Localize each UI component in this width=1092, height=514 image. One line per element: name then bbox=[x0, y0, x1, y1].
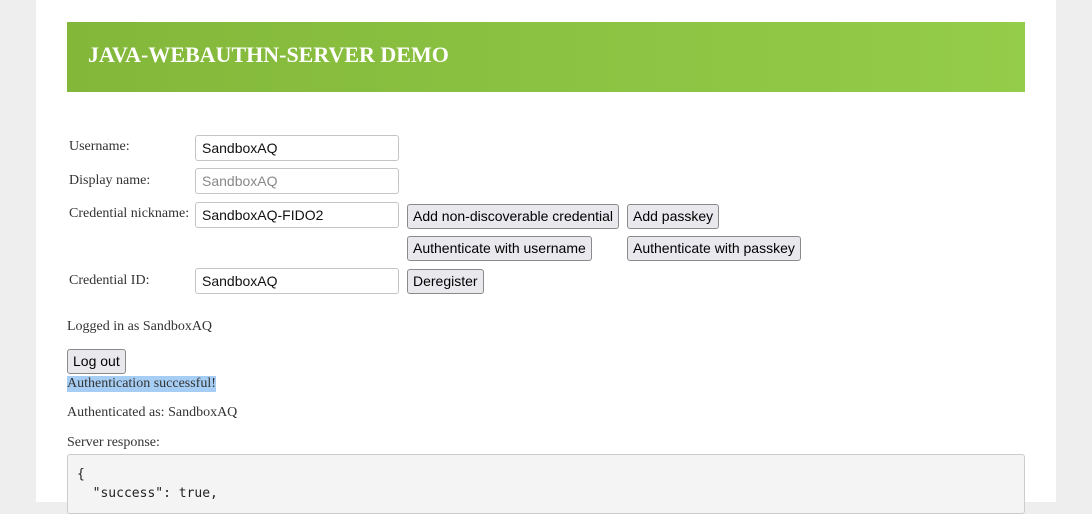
page-title: JAVA-WEBAUTHN-SERVER DEMO bbox=[88, 42, 449, 67]
username-label: Username: bbox=[69, 139, 130, 154]
deregister-button[interactable]: Deregister bbox=[407, 269, 484, 294]
header-banner: JAVA-WEBAUTHN-SERVER DEMO bbox=[67, 22, 1025, 92]
authenticate-with-passkey-button[interactable]: Authenticate with passkey bbox=[627, 236, 801, 261]
server-response-output: { "success": true, bbox=[67, 454, 1025, 514]
server-response-label: Server response: bbox=[67, 435, 160, 450]
display-name-label: Display name: bbox=[69, 173, 151, 188]
log-out-button[interactable]: Log out bbox=[67, 349, 126, 374]
authenticate-with-username-button[interactable]: Authenticate with username bbox=[407, 236, 592, 261]
logged-in-text: Logged in as SandboxAQ bbox=[67, 319, 213, 334]
credential-nickname-label: Credential nickname: bbox=[69, 206, 190, 221]
credential-nickname-input[interactable] bbox=[195, 202, 399, 228]
username-input[interactable] bbox=[195, 135, 399, 161]
authenticated-as-text: Authenticated as: SandboxAQ bbox=[67, 405, 238, 420]
display-name-input[interactable] bbox=[195, 168, 399, 194]
add-passkey-button[interactable]: Add passkey bbox=[627, 204, 720, 229]
credential-id-input[interactable] bbox=[195, 268, 399, 294]
page-container: JAVA-WEBAUTHN-SERVER DEMO Username: Disp… bbox=[36, 0, 1056, 514]
credential-id-label: Credential ID: bbox=[69, 273, 150, 288]
add-non-discoverable-credential-button[interactable]: Add non-discoverable credential bbox=[407, 204, 620, 229]
authentication-status-message: Authentication successful! bbox=[67, 376, 216, 392]
